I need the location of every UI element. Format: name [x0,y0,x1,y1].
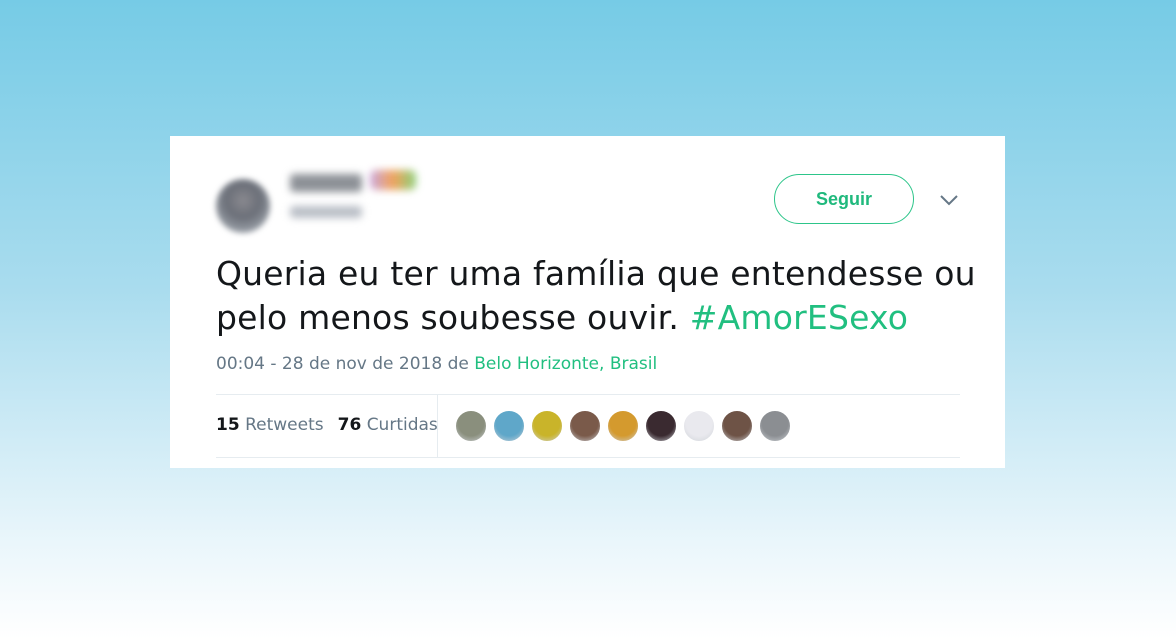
location-link[interactable]: Belo Horizonte, Brasil [474,354,657,374]
retweets-label: Retweets [245,415,324,435]
tweet-stats: 15 Retweets 76 Curtidas [216,415,438,435]
liker-avatars [455,410,791,442]
divider [216,457,960,458]
chevron-down-icon[interactable] [938,192,960,208]
liker-avatar-1[interactable] [455,410,487,442]
liker-avatar-5[interactable] [607,410,639,442]
author-name-blurred[interactable] [290,174,362,192]
likes-stat[interactable]: 76 Curtidas [338,415,438,435]
likes-label: Curtidas [366,415,438,435]
divider [216,394,960,395]
tweet-text: Queria eu ter uma família que entendesse… [216,252,976,340]
author-handle-blurred[interactable] [290,206,362,218]
author-avatar[interactable] [216,179,270,233]
hashtag-link[interactable]: #AmorESexo [690,298,908,337]
follow-button[interactable]: Seguir [774,174,914,224]
retweets-count: 15 [216,415,240,435]
retweets-stat[interactable]: 15 Retweets [216,415,324,435]
stats-separator [437,394,438,457]
liker-avatar-8[interactable] [721,410,753,442]
liker-avatar-6[interactable] [645,410,677,442]
liker-avatar-3[interactable] [531,410,563,442]
tweet-card: Seguir Queria eu ter uma família que ent… [170,136,1005,468]
location-prefix: de [442,354,475,374]
liker-avatar-7[interactable] [683,410,715,442]
liker-avatar-4[interactable] [569,410,601,442]
author-emoji-blurred [370,170,416,190]
likes-count: 76 [337,415,362,435]
liker-avatar-2[interactable] [493,410,525,442]
tweet-timestamp[interactable]: 00:04 - 28 de nov de 2018 [216,354,442,374]
tweet-meta: 00:04 - 28 de nov de 2018 de Belo Horizo… [216,354,657,374]
liker-avatar-9[interactable] [759,410,791,442]
